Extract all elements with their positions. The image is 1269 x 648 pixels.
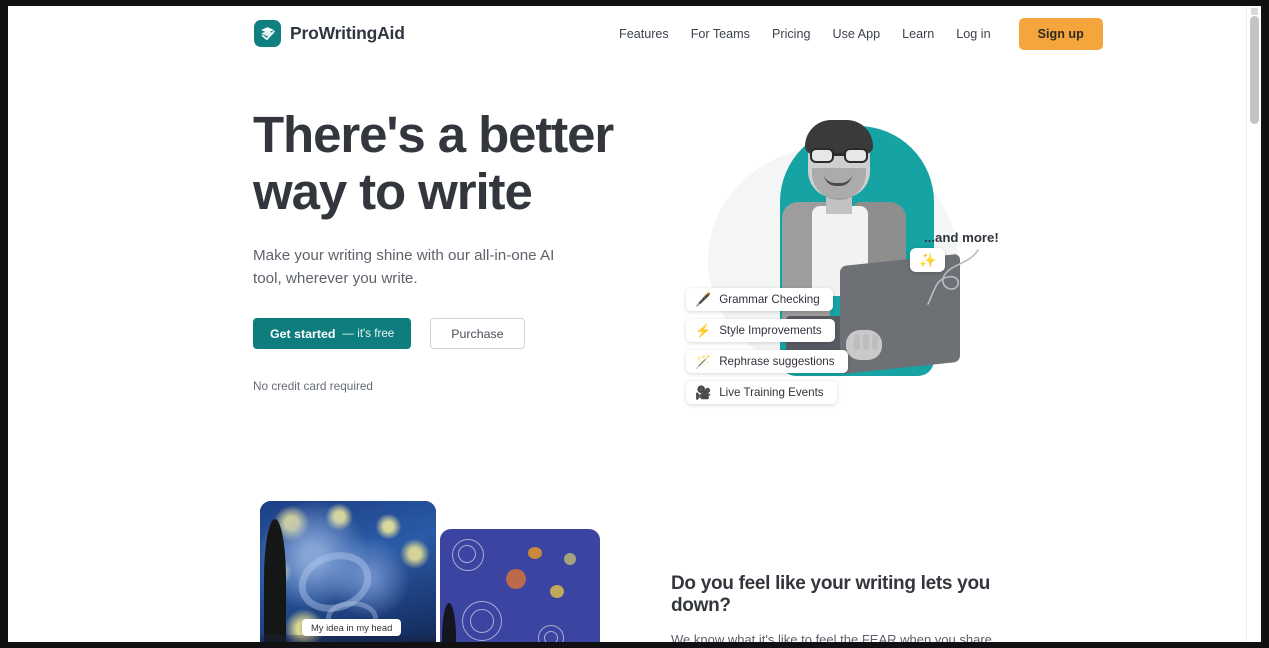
- image-caption: My idea in my head: [302, 619, 402, 636]
- hero-title-line-2: way to write: [253, 163, 533, 220]
- feature-pill-live-training-events[interactable]: 🎥 Live Training Events: [686, 381, 837, 404]
- flat-idea-card: [440, 529, 600, 642]
- no-credit-card-note: No credit card required: [253, 379, 373, 393]
- hero-actions: Get started — it's free Purchase: [253, 318, 633, 349]
- section-two-heading: Do you feel like your writing lets you d…: [671, 573, 991, 616]
- sparkle-badge: ✨: [910, 248, 946, 272]
- village-silhouette: [260, 635, 436, 642]
- get-started-suffix: — it's free: [342, 327, 395, 340]
- site-header: ProWritingAid Features For Teams Pricing…: [8, 6, 1246, 63]
- nav-item-log-in[interactable]: Log in: [945, 18, 1001, 50]
- section-two-copy: Do you feel like your writing lets you d…: [671, 573, 1021, 642]
- hero-copy: There's a better way to write Make your …: [253, 106, 633, 393]
- nav-item-pricing[interactable]: Pricing: [761, 18, 822, 50]
- magic-wand-icon: 🪄: [695, 354, 712, 369]
- glasses-icon: [810, 148, 868, 163]
- feature-pill-label: Live Training Events: [719, 386, 824, 399]
- cypress-tree: [264, 519, 286, 642]
- feature-pill-rephrase-suggestions[interactable]: 🪄 Rephrase suggestions: [686, 350, 848, 373]
- video-camera-icon: 🎥: [695, 385, 712, 400]
- vertical-scrollbar[interactable]: [1246, 6, 1261, 642]
- and-more-label: ...and more!: [924, 230, 999, 245]
- pen-icon: 🖋️: [695, 292, 712, 307]
- hero-section: There's a better way to write Make your …: [8, 63, 1246, 483]
- nav-item-use-app[interactable]: Use App: [821, 18, 891, 50]
- browser-viewport: ProWritingAid Features For Teams Pricing…: [8, 6, 1261, 642]
- brand-name: ProWritingAid: [290, 23, 405, 43]
- feature-pill-grammar-checking[interactable]: 🖋️ Grammar Checking: [686, 288, 833, 311]
- nav-item-for-teams[interactable]: For Teams: [680, 18, 761, 50]
- hero-title: There's a better way to write: [253, 106, 633, 220]
- feature-pill-label: Rephrase suggestions: [719, 355, 835, 368]
- main-nav: Features For Teams Pricing Use App Learn…: [608, 18, 1103, 50]
- hero-title-line-1: There's a better: [253, 106, 614, 163]
- brand-logo[interactable]: ProWritingAid: [254, 20, 405, 47]
- purchase-button[interactable]: Purchase: [430, 318, 525, 349]
- starry-night-comparison-illustration: My idea in my head: [260, 501, 600, 642]
- section-two-body: We know what it's like to feel the FEAR …: [671, 632, 992, 642]
- lightning-icon: ⚡: [695, 323, 712, 338]
- sparkles-icon: ✨: [919, 252, 937, 268]
- writing-lets-you-down-section: My idea in my head Do you feel like your…: [8, 483, 1246, 642]
- scrollbar-thumb[interactable]: [1250, 16, 1259, 124]
- screen: ProWritingAid Features For Teams Pricing…: [0, 0, 1269, 648]
- hero-subtitle: Make your writing shine with our all-in-…: [253, 247, 555, 287]
- scrollbar-up-arrow[interactable]: [1251, 8, 1258, 15]
- sign-up-button[interactable]: Sign up: [1018, 18, 1103, 50]
- nav-item-features[interactable]: Features: [608, 18, 680, 50]
- nav-item-learn[interactable]: Learn: [891, 18, 945, 50]
- feature-pill-list: 🖋️ Grammar Checking ⚡ Style Improvements…: [686, 288, 848, 404]
- feature-pill-label: Grammar Checking: [719, 293, 820, 306]
- man-with-laptop-illustration: 🖋️ Grammar Checking ⚡ Style Improvements…: [668, 108, 1028, 438]
- get-started-label: Get started: [270, 326, 336, 341]
- prowritingaid-logo-icon: [254, 20, 281, 47]
- feature-pill-label: Style Improvements: [719, 324, 822, 337]
- get-started-button[interactable]: Get started — it's free: [253, 318, 412, 349]
- feature-pill-style-improvements[interactable]: ⚡ Style Improvements: [686, 319, 835, 342]
